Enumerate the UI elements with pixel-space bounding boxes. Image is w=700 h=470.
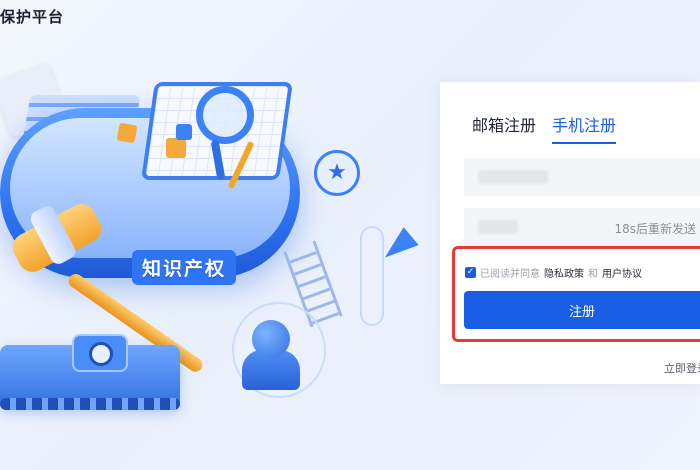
puzzle-icon: [166, 138, 186, 158]
masked-code-value: [478, 220, 518, 234]
star-icon: ★: [314, 150, 360, 196]
register-tabs: 邮箱注册 手机注册: [472, 112, 617, 144]
agreement-checkbox[interactable]: ✓: [465, 267, 476, 278]
tab-phone-register[interactable]: 手机注册: [552, 112, 617, 144]
privacy-policy-link[interactable]: 隐私政策: [544, 265, 584, 280]
agreement-row: ✓ 已阅读并同意 隐私政策 和 用户协议: [465, 265, 642, 280]
agreement-and: 和: [588, 269, 598, 280]
register-button[interactable]: 注册: [464, 291, 700, 329]
puzzle-icon: [116, 122, 138, 144]
magnifier-icon: [196, 86, 254, 144]
conveyor-rail: [0, 398, 180, 410]
tab-email-register[interactable]: 邮箱注册: [472, 112, 536, 144]
intellectual-property-label: 知识产权: [132, 250, 237, 285]
eye-pupil: [89, 342, 113, 366]
login-link[interactable]: 立即登录: [664, 360, 700, 376]
puzzle-icon: [176, 124, 192, 140]
user-agreement-link[interactable]: 用户协议: [602, 265, 642, 280]
agreement-prefix: 已阅读并同意: [480, 269, 540, 280]
person-icon: [252, 320, 290, 358]
resend-code-button[interactable]: 18s后重新发送: [614, 220, 696, 237]
phone-field[interactable]: [464, 158, 700, 196]
platform-title: 保护平台: [0, 8, 65, 26]
masked-phone-value: [478, 170, 548, 184]
verification-code-field[interactable]: 18s后重新发送: [464, 208, 700, 246]
